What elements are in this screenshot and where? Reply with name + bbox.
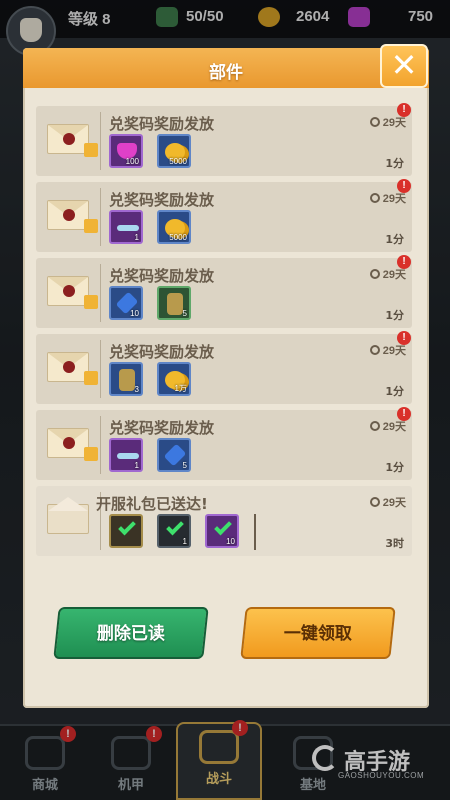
gift-icon (84, 447, 98, 461)
wax-seal-icon (63, 285, 75, 297)
mail-title: 开服礼包已送达! (96, 495, 208, 513)
wax-seal-icon (63, 437, 75, 449)
mail-title: 兑奖码奖励发放 (109, 267, 215, 285)
row-divider (100, 264, 101, 322)
clock-icon (369, 117, 380, 127)
mail-expire-text: 29天 (382, 421, 406, 433)
mail-row[interactable]: 兑奖码奖励发放 29天! 1分 10 5 (36, 255, 412, 328)
delete-read-button[interactable]: 删除已读 (53, 607, 209, 659)
wax-seal-icon (63, 133, 75, 145)
reward-item[interactable]: 10 (109, 286, 143, 320)
reward-quantity: 5000 (169, 157, 187, 166)
close-button[interactable]: ✕ (380, 44, 428, 88)
mail-time: 1分 (385, 233, 404, 246)
reward-item[interactable]: 1 (109, 210, 143, 244)
envelope-icon (47, 276, 98, 309)
envelope-icon (47, 428, 98, 461)
mail-title: 兑奖码奖励发放 (109, 343, 215, 361)
clock-icon (369, 193, 380, 203)
reward-quantity: 10 (130, 309, 139, 318)
gift-icon (84, 219, 98, 233)
mail-time: 1分 (385, 385, 404, 398)
mail-row[interactable]: 开服礼包已送达! 29天 3时 1 10 (36, 486, 412, 556)
unread-badge: ! (397, 407, 411, 421)
mail-row[interactable]: 兑奖码奖励发放 29天! 1分 3 1万 (36, 331, 412, 404)
envelope-icon (47, 352, 98, 385)
claim-all-label: 一键领取 (283, 624, 352, 644)
reward-item[interactable]: 3 (109, 362, 143, 396)
reward-item[interactable]: 1 (109, 438, 143, 472)
mail-expire: 29天 (369, 494, 406, 510)
mail-list: 兑奖码奖励发放 29天! 1分 100 5000 兑奖码奖励发放 29天! 1分 1 5000 兑奖… (36, 103, 412, 566)
mail-row[interactable]: 兑奖码奖励发放 29天! 1分 1 5 (36, 407, 412, 480)
reward-item[interactable]: 5 (157, 286, 191, 320)
mail-expire-text: 29天 (382, 497, 406, 509)
envelope-open-icon (47, 497, 89, 534)
envelope-icon (47, 124, 98, 157)
mail-time: 3时 (385, 537, 404, 550)
row-divider (100, 112, 101, 170)
mail-expire-text: 29天 (382, 269, 406, 281)
unread-badge: ! (397, 103, 411, 117)
clock-icon (369, 269, 380, 279)
items-divider (254, 514, 256, 550)
key-icon (117, 225, 139, 231)
reward-item[interactable]: 10 (205, 514, 239, 548)
reward-item[interactable]: 5 (157, 438, 191, 472)
clock-icon (369, 345, 380, 355)
mail-expire-text: 29天 (382, 193, 406, 205)
claim-all-button[interactable]: 一键领取 (240, 607, 396, 659)
key-icon (117, 453, 139, 459)
mail-title: 兑奖码奖励发放 (109, 191, 215, 209)
check-icon (166, 517, 184, 536)
reward-quantity: 3 (134, 385, 139, 394)
reward-item[interactable]: 5000 (157, 210, 191, 244)
reward-quantity: 100 (125, 157, 139, 166)
unread-badge: ! (397, 255, 411, 269)
dialog-title: 部件 (209, 63, 243, 83)
clock-icon (369, 497, 380, 507)
gift-icon (84, 295, 98, 309)
mech-icon (167, 293, 183, 315)
reward-item[interactable]: 1 (157, 514, 191, 548)
reward-item[interactable]: 5000 (157, 134, 191, 168)
reward-quantity: 5 (182, 309, 187, 318)
reward-quantity: 1 (134, 233, 139, 242)
wax-seal-icon (63, 361, 75, 373)
check-icon (214, 517, 232, 536)
delete-read-label: 删除已读 (96, 624, 165, 644)
mail-time: 1分 (385, 157, 404, 170)
gift-icon (84, 371, 98, 385)
row-divider (100, 340, 101, 398)
unread-badge: ! (397, 179, 411, 193)
row-divider (100, 416, 101, 474)
clock-icon (369, 421, 380, 431)
envelope-icon (47, 200, 98, 233)
mail-title: 兑奖码奖励发放 (109, 115, 215, 133)
gift-icon (84, 143, 98, 157)
mail-title: 兑奖码奖励发放 (109, 419, 215, 437)
reward-quantity: 1万 (174, 384, 187, 393)
reward-item[interactable]: 1万 (157, 362, 191, 396)
reward-quantity: 1 (134, 461, 139, 470)
mech-icon (119, 369, 135, 391)
reward-item[interactable]: 100 (109, 134, 143, 168)
reward-item[interactable] (109, 514, 143, 548)
mail-row[interactable]: 兑奖码奖励发放 29天! 1分 1 5000 (36, 179, 412, 252)
row-divider (100, 188, 101, 246)
dialog-header: 部件 (23, 48, 429, 88)
reward-quantity: 10 (226, 537, 235, 546)
mail-expire-text: 29天 (382, 345, 406, 357)
mail-row[interactable]: 兑奖码奖励发放 29天! 1分 100 5000 (36, 103, 412, 176)
wax-seal-icon (63, 209, 75, 221)
reward-quantity: 1 (182, 537, 187, 546)
mail-time: 1分 (385, 309, 404, 322)
reward-quantity: 5000 (169, 233, 187, 242)
reward-quantity: 5 (182, 461, 187, 470)
unread-badge: ! (397, 331, 411, 345)
mail-expire-text: 29天 (382, 117, 406, 129)
mail-time: 1分 (385, 461, 404, 474)
check-icon (118, 517, 136, 536)
